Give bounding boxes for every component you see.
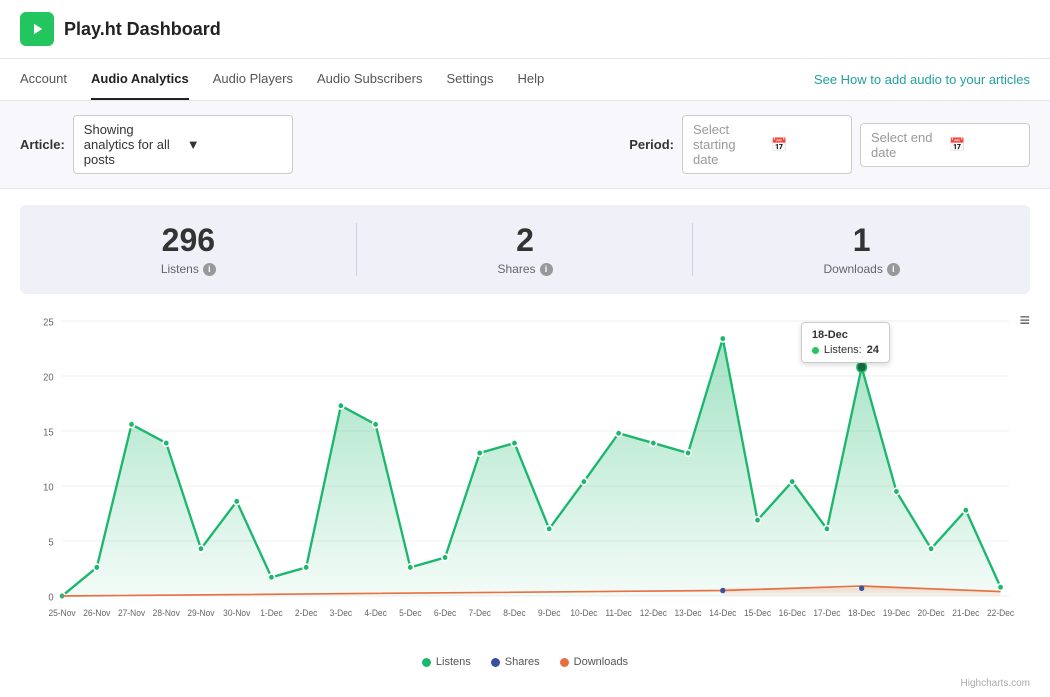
downloads-info-icon[interactable]: i <box>887 263 900 276</box>
downloads-label: Downloads i <box>703 262 1020 276</box>
listens-info-icon[interactable]: i <box>203 263 216 276</box>
svg-text:10: 10 <box>43 482 54 493</box>
svg-text:28-Nov: 28-Nov <box>153 608 181 618</box>
legend-item-listens[interactable]: Listens <box>422 656 471 668</box>
svg-text:25-Nov: 25-Nov <box>49 608 77 618</box>
shares-value: 2 <box>367 223 684 258</box>
chart-container: ≡ 18-Dec Listens: 24 0 5 10 15 20 25 <box>20 310 1030 640</box>
svg-text:10-Dec: 10-Dec <box>570 608 598 618</box>
app-title: Play.ht Dashboard <box>64 19 221 40</box>
shares-label: Shares i <box>367 262 684 276</box>
article-filter-group: Article: Showing analytics for all posts… <box>20 115 293 174</box>
nav-bar: Account Audio Analytics Audio Players Au… <box>0 59 1050 101</box>
start-date-placeholder: Select starting date <box>693 122 763 167</box>
svg-text:19-Dec: 19-Dec <box>883 608 911 618</box>
period-filter-group: Period: Select starting date 📅 Select en… <box>629 115 1030 174</box>
legend-label-listens: Listens <box>436 656 471 668</box>
article-chevron-icon: ▼ <box>187 137 282 152</box>
svg-text:7-Dec: 7-Dec <box>469 608 492 618</box>
svg-text:29-Nov: 29-Nov <box>187 608 215 618</box>
stat-downloads: 1 Downloads i <box>693 205 1030 294</box>
highcharts-credit: Highcharts.com <box>0 678 1050 697</box>
logo-icon <box>20 12 54 46</box>
period-label: Period: <box>629 137 674 152</box>
chart-legend: Listens Shares Downloads <box>0 650 1050 678</box>
nav-item-account[interactable]: Account <box>20 59 67 100</box>
start-date-calendar-icon: 📅 <box>771 137 841 153</box>
start-date-input[interactable]: Select starting date 📅 <box>682 115 852 174</box>
nav-item-settings[interactable]: Settings <box>446 59 493 100</box>
chart-svg: 0 5 10 15 20 25 <box>20 310 1030 640</box>
shares-info-icon[interactable]: i <box>540 263 553 276</box>
svg-text:1-Dec: 1-Dec <box>260 608 283 618</box>
stat-listens: 296 Listens i <box>20 205 357 294</box>
stats-bar: 296 Listens i 2 Shares i 1 Downloads i <box>20 205 1030 294</box>
downloads-value: 1 <box>703 223 1020 258</box>
nav-item-audio-players[interactable]: Audio Players <box>213 59 293 100</box>
legend-label-downloads: Downloads <box>574 656 628 668</box>
svg-text:9-Dec: 9-Dec <box>538 608 561 618</box>
svg-text:8-Dec: 8-Dec <box>503 608 526 618</box>
svg-text:17-Dec: 17-Dec <box>813 608 841 618</box>
svg-text:5: 5 <box>48 537 53 548</box>
legend-item-downloads[interactable]: Downloads <box>560 656 628 668</box>
svg-text:16-Dec: 16-Dec <box>779 608 807 618</box>
nav-item-help[interactable]: Help <box>517 59 544 100</box>
svg-text:22-Dec: 22-Dec <box>987 608 1015 618</box>
svg-text:15-Dec: 15-Dec <box>744 608 772 618</box>
legend-dot-shares <box>491 658 500 667</box>
legend-item-shares[interactable]: Shares <box>491 656 540 668</box>
how-to-add-audio-link[interactable]: See How to add audio to your articles <box>814 72 1030 87</box>
svg-text:0: 0 <box>48 592 53 603</box>
end-date-calendar-icon: 📅 <box>949 137 1019 153</box>
svg-text:25: 25 <box>43 317 54 328</box>
stat-shares: 2 Shares i <box>357 205 694 294</box>
svg-text:18-Dec: 18-Dec <box>848 608 876 618</box>
svg-text:21-Dec: 21-Dec <box>952 608 980 618</box>
svg-text:13-Dec: 13-Dec <box>675 608 703 618</box>
svg-text:30-Nov: 30-Nov <box>223 608 251 618</box>
svg-text:4-Dec: 4-Dec <box>364 608 387 618</box>
chart-menu-button[interactable]: ≡ <box>1019 310 1030 331</box>
app-header: Play.ht Dashboard <box>0 0 1050 59</box>
svg-text:3-Dec: 3-Dec <box>330 608 353 618</box>
article-select-value: Showing analytics for all posts <box>84 122 179 167</box>
listens-label: Listens i <box>30 262 347 276</box>
svg-text:11-Dec: 11-Dec <box>605 608 632 618</box>
legend-dot-listens <box>422 658 431 667</box>
filters-bar: Article: Showing analytics for all posts… <box>0 101 1050 189</box>
svg-text:6-Dec: 6-Dec <box>434 608 457 618</box>
nav-item-audio-analytics[interactable]: Audio Analytics <box>91 59 189 100</box>
legend-dot-downloads <box>560 658 569 667</box>
article-label: Article: <box>20 137 65 152</box>
svg-text:26-Nov: 26-Nov <box>83 608 111 618</box>
legend-label-shares: Shares <box>505 656 540 668</box>
svg-text:20-Dec: 20-Dec <box>918 608 946 618</box>
svg-text:15: 15 <box>43 427 54 438</box>
svg-text:14-Dec: 14-Dec <box>709 608 737 618</box>
svg-text:27-Nov: 27-Nov <box>118 608 146 618</box>
listens-value: 296 <box>30 223 347 258</box>
nav-item-audio-subscribers[interactable]: Audio Subscribers <box>317 59 423 100</box>
svg-text:2-Dec: 2-Dec <box>295 608 318 618</box>
article-select[interactable]: Showing analytics for all posts ▼ <box>73 115 293 174</box>
end-date-input[interactable]: Select end date 📅 <box>860 123 1030 167</box>
svg-text:5-Dec: 5-Dec <box>399 608 422 618</box>
svg-text:12-Dec: 12-Dec <box>640 608 668 618</box>
end-date-placeholder: Select end date <box>871 130 941 160</box>
svg-text:20: 20 <box>43 372 54 383</box>
